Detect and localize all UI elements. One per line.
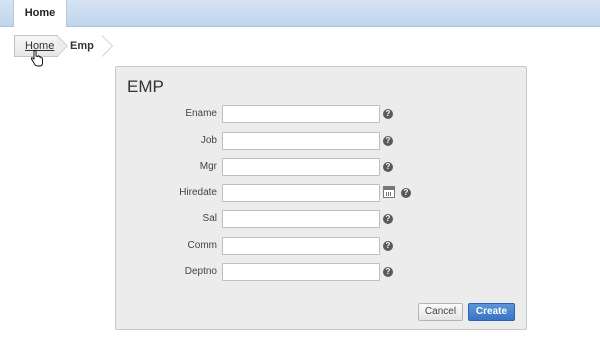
job-help-icon[interactable]: ? — [383, 136, 393, 146]
top-navigation-bar: Home — [0, 0, 600, 27]
deptno-field[interactable] — [222, 263, 380, 281]
create-button[interactable]: Create — [468, 303, 515, 321]
form-row-hiredate: Hiredate ? — [116, 184, 528, 204]
sal-field[interactable] — [222, 210, 380, 228]
breadcrumb-end-separator-fill — [102, 36, 112, 56]
calendar-icon[interactable] — [383, 186, 395, 198]
ename-field[interactable] — [222, 105, 380, 123]
mgr-field[interactable] — [222, 158, 380, 176]
deptno-help-icon[interactable]: ? — [383, 267, 393, 277]
breadcrumb-current: Emp — [70, 40, 94, 52]
comm-field[interactable] — [222, 237, 380, 255]
comm-label: Comm — [187, 240, 217, 251]
form-row-job: Job ? — [116, 132, 528, 152]
job-field[interactable] — [222, 132, 380, 150]
form-row-deptno: Deptno ? — [116, 263, 528, 283]
form-row-mgr: Mgr ? — [116, 158, 528, 178]
emp-form-region: EMP Ename ? Job ? Mgr ? Hiredate ? Sal ?… — [115, 66, 527, 330]
comm-help-icon[interactable]: ? — [383, 241, 393, 251]
hand-cursor-icon — [30, 50, 43, 67]
mgr-label: Mgr — [199, 161, 217, 172]
hiredate-help-icon[interactable]: ? — [401, 188, 411, 198]
cancel-button[interactable]: Cancel — [418, 303, 463, 321]
form-row-sal: Sal ? — [116, 210, 528, 230]
hiredate-label: Hiredate — [179, 187, 217, 198]
mgr-help-icon[interactable]: ? — [383, 162, 393, 172]
deptno-label: Deptno — [184, 266, 217, 277]
sal-help-icon[interactable]: ? — [383, 214, 393, 224]
ename-help-icon[interactable]: ? — [383, 109, 393, 119]
sal-label: Sal — [202, 213, 217, 224]
job-label: Job — [200, 135, 217, 146]
form-row-comm: Comm ? — [116, 237, 528, 257]
breadcrumb-separator-fill — [57, 36, 67, 56]
ename-label: Ename — [185, 108, 217, 119]
form-row-ename: Ename ? — [116, 105, 528, 125]
tab-home[interactable]: Home — [13, 0, 67, 27]
region-title: EMP — [127, 77, 164, 96]
hiredate-field[interactable] — [222, 184, 380, 202]
